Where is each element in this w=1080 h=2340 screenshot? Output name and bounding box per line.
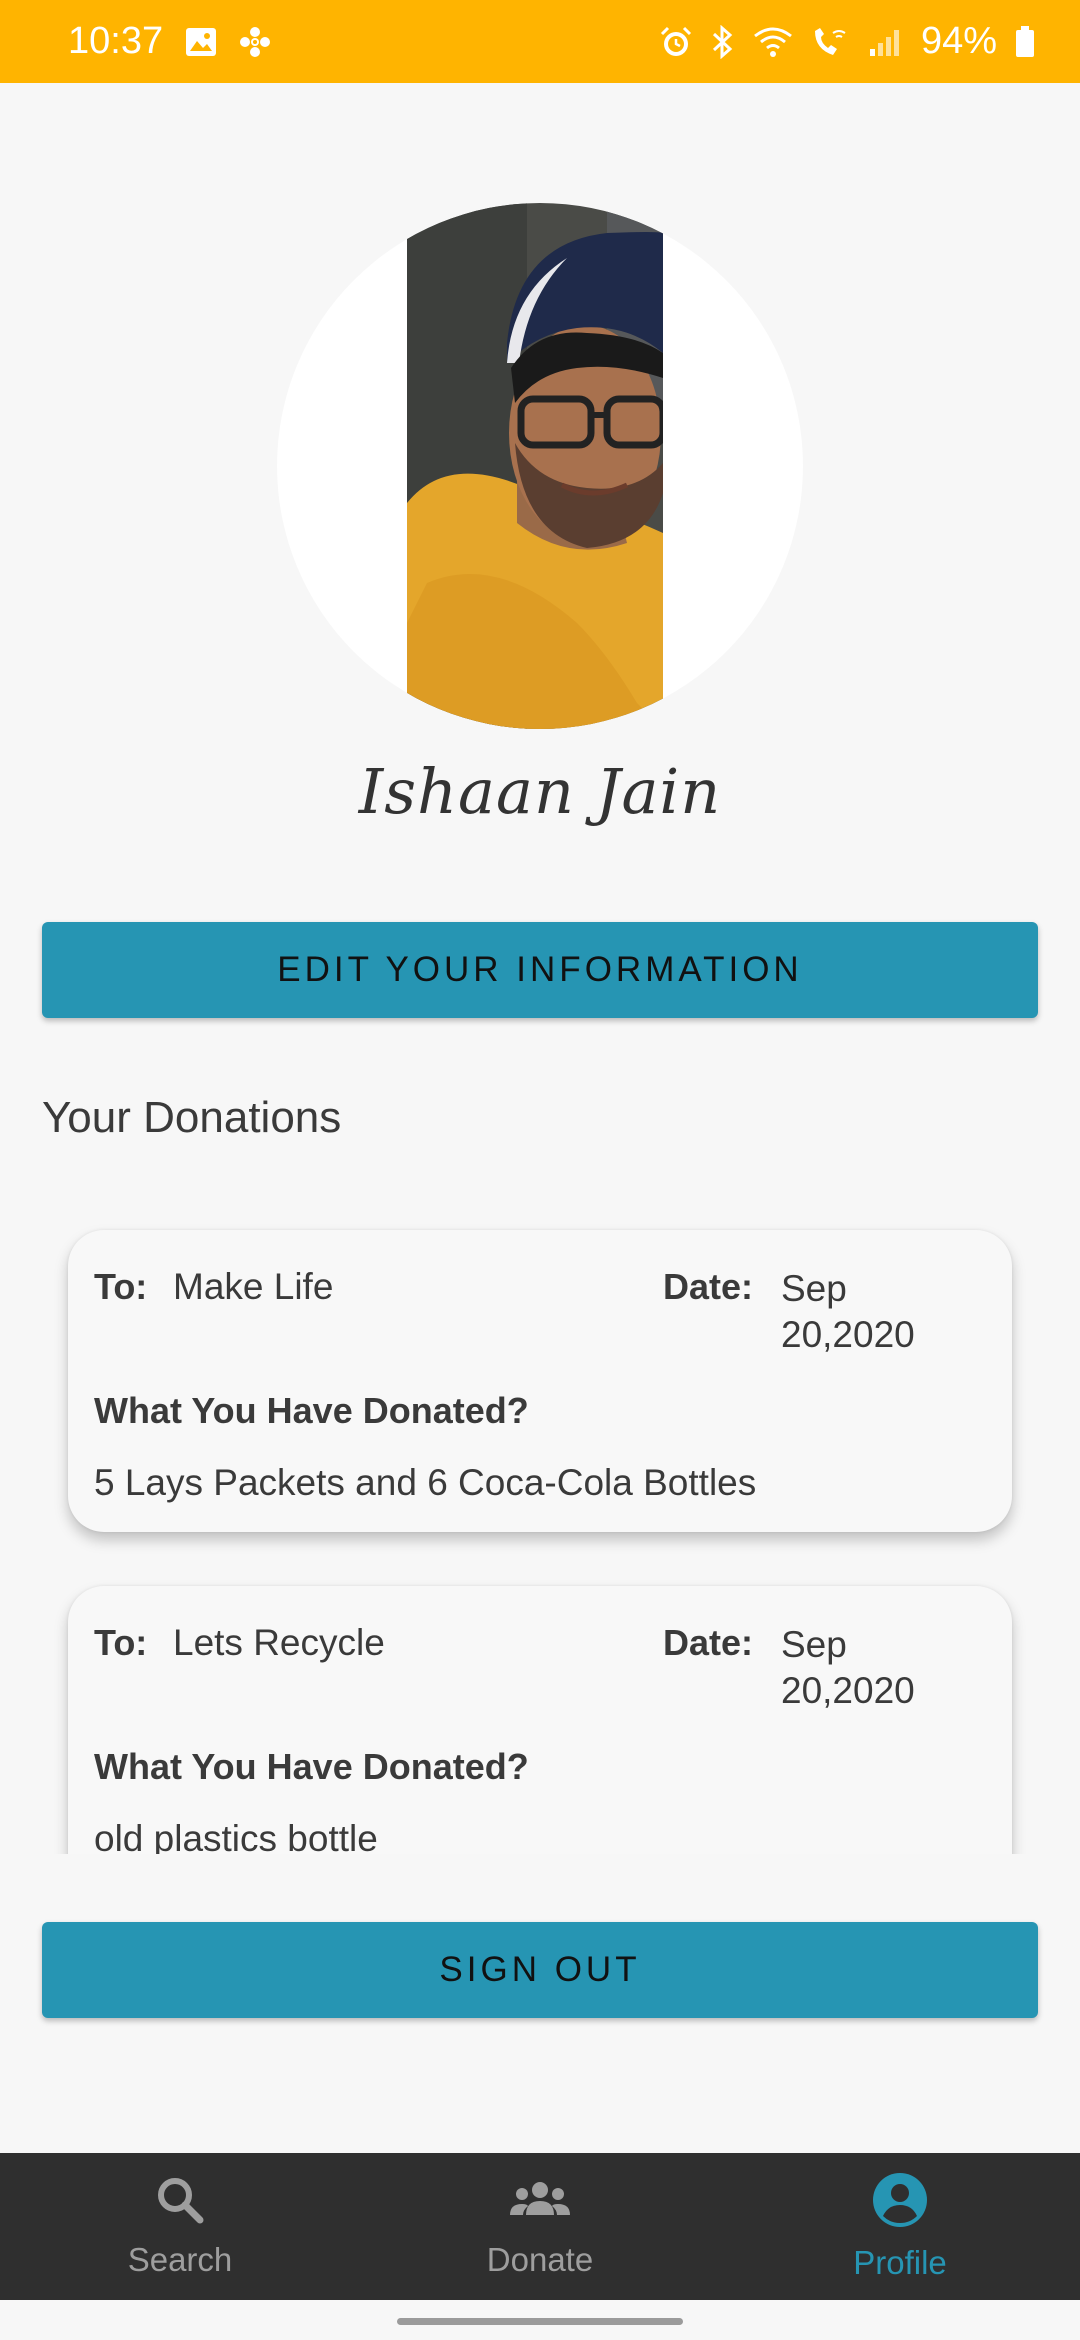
status-time: 10:37 [68, 20, 164, 62]
donation-card: To: Make Life Date: Sep 20,2020 What You … [68, 1230, 1012, 1532]
edit-information-button[interactable]: EDIT YOUR INFORMATION [42, 922, 1038, 1018]
search-icon [155, 2175, 205, 2233]
date-year: 20,2020 [781, 1314, 915, 1355]
date-label: Date: [663, 1266, 754, 1307]
donation-date: Sep 20,2020 [781, 1622, 981, 1714]
signal-icon [869, 27, 903, 57]
donated-question-label: What You Have Donated? [94, 1390, 529, 1431]
donation-card: To: Lets Recycle Date: Sep 20,2020 What Y… [68, 1586, 1012, 1854]
profile-photo [407, 203, 663, 729]
nav-label-donate: Donate [486, 2240, 594, 2278]
wifi-calling-icon [811, 25, 851, 59]
account-circle-icon [872, 2172, 928, 2236]
people-icon [508, 2175, 572, 2233]
user-name: Ishaan Jain [358, 755, 722, 828]
profile-avatar [277, 203, 803, 729]
date-label: Date: [663, 1622, 754, 1663]
donation-date: Sep 20,2020 [781, 1266, 981, 1358]
donated-items: old plastics bottle [94, 1818, 378, 1854]
image-icon [185, 27, 217, 57]
bluetooth-icon [711, 24, 735, 59]
recipient-name: Lets Recycle [173, 1622, 385, 1663]
to-label: To: [94, 1266, 148, 1307]
battery-icon [1015, 25, 1035, 58]
sign-out-button[interactable]: SIGN OUT [42, 1922, 1038, 2018]
donations-list[interactable]: To: Make Life Date: Sep 20,2020 What You … [0, 1200, 1080, 1854]
donated-question-label: What You Have Donated? [94, 1746, 529, 1787]
recipient-name: Make Life [173, 1266, 334, 1307]
battery-percent: 94% [920, 20, 997, 62]
nav-item-donate[interactable]: Donate [360, 2153, 720, 2300]
nav-label-search: Search [127, 2240, 233, 2278]
to-label: To: [94, 1622, 148, 1663]
date-year: 20,2020 [781, 1670, 915, 1711]
home-gesture-bar[interactable] [397, 2318, 683, 2325]
donations-title: Your Donations [42, 1093, 342, 1142]
status-bar: 10:37 94% [0, 0, 1080, 83]
date-month: Sep [781, 1268, 847, 1309]
alarm-icon [659, 25, 693, 59]
nav-label-profile: Profile [853, 2243, 947, 2281]
nav-item-profile[interactable]: Profile [720, 2153, 1080, 2300]
date-month: Sep [781, 1624, 847, 1665]
bottom-navigation: Search Donate Profile [0, 2153, 1080, 2300]
donated-items: 5 Lays Packets and 6 Coca-Cola Bottles [94, 1462, 757, 1503]
fan-icon [239, 26, 271, 58]
wifi-icon [753, 26, 793, 58]
nav-item-search[interactable]: Search [0, 2153, 360, 2300]
